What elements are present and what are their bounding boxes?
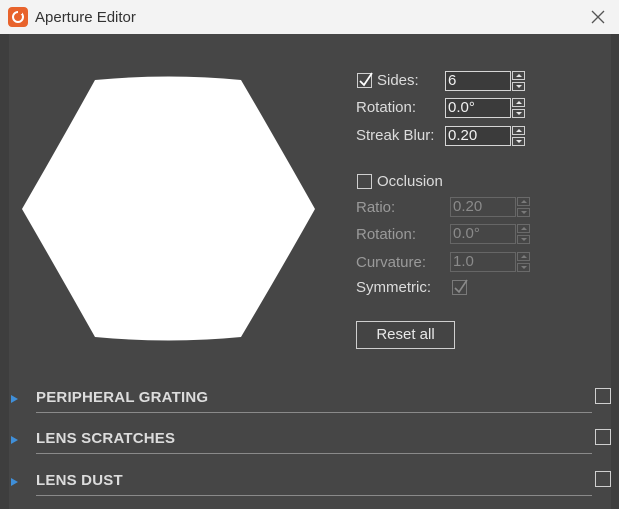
sides-up-button[interactable] [512, 71, 525, 80]
aperture-preview [22, 76, 315, 341]
ratio-up-button[interactable] [517, 197, 530, 206]
divider [36, 495, 592, 496]
checkmark-icon [454, 279, 468, 294]
sides-down-button[interactable] [512, 82, 525, 91]
rotation-label: Rotation: [356, 99, 417, 116]
occlusion-rotation-stepper[interactable]: 0.0° [450, 224, 533, 244]
section-lens-dust[interactable]: LENS DUST [9, 466, 611, 504]
sides-label: Sides: [377, 72, 419, 89]
streak-blur-label: Streak Blur: [356, 127, 435, 144]
app-logo-icon [8, 7, 28, 27]
symmetric-checkbox[interactable] [452, 279, 468, 295]
checkmark-icon [359, 72, 373, 87]
section-enable-checkbox[interactable] [595, 388, 611, 404]
window-left-border [0, 34, 9, 509]
divider [36, 453, 592, 454]
section-enable-checkbox[interactable] [595, 471, 611, 487]
ratio-input[interactable]: 0.20 [450, 197, 516, 217]
streak-blur-up-button[interactable] [512, 126, 525, 135]
occlusion-rotation-input[interactable]: 0.0° [450, 224, 516, 244]
section-title: PERIPHERAL GRATING [36, 389, 209, 406]
expand-arrow-icon[interactable] [11, 436, 18, 444]
occlusion-label: Occlusion [377, 173, 443, 190]
section-peripheral-grating[interactable]: PERIPHERAL GRATING [9, 383, 611, 421]
occlusion-checkbox[interactable] [357, 174, 372, 189]
title-bar: Aperture Editor [0, 0, 619, 34]
occlusion-rotation-up-button[interactable] [517, 224, 530, 233]
occlusion-rotation-down-button[interactable] [517, 235, 530, 244]
curvature-up-button[interactable] [517, 252, 530, 261]
expand-arrow-icon[interactable] [11, 395, 18, 403]
divider [36, 412, 592, 413]
curvature-input[interactable]: 1.0 [450, 252, 516, 272]
symmetric-label: Symmetric: [356, 279, 431, 296]
ratio-stepper[interactable]: 0.20 [450, 197, 533, 217]
sides-input[interactable]: 6 [445, 71, 511, 91]
rotation-down-button[interactable] [512, 109, 525, 118]
curvature-stepper[interactable]: 1.0 [450, 252, 533, 272]
section-lens-scratches[interactable]: LENS SCRATCHES [9, 424, 611, 462]
aperture-shape [22, 76, 315, 341]
expand-arrow-icon[interactable] [11, 478, 18, 486]
window-title: Aperture Editor [35, 9, 136, 26]
rotation-up-button[interactable] [512, 98, 525, 107]
rotation-stepper[interactable]: 0.0° [445, 98, 528, 118]
close-icon [591, 10, 605, 24]
streak-blur-stepper[interactable]: 0.20 [445, 126, 528, 146]
occlusion-rotation-label: Rotation: [356, 226, 417, 243]
reset-all-button[interactable]: Reset all [356, 321, 455, 349]
curvature-down-button[interactable] [517, 263, 530, 272]
window-right-border [611, 34, 619, 509]
section-enable-checkbox[interactable] [595, 429, 611, 445]
ratio-down-button[interactable] [517, 208, 530, 217]
sides-stepper[interactable]: 6 [445, 71, 528, 91]
sides-checkbox[interactable] [357, 72, 373, 88]
ratio-label: Ratio: [356, 199, 396, 216]
streak-blur-down-button[interactable] [512, 137, 525, 146]
curvature-label: Curvature: [356, 254, 427, 271]
section-title: LENS SCRATCHES [36, 430, 176, 447]
streak-blur-input[interactable]: 0.20 [445, 126, 511, 146]
section-title: LENS DUST [36, 472, 123, 489]
rotation-input[interactable]: 0.0° [445, 98, 511, 118]
close-button[interactable] [586, 5, 610, 29]
